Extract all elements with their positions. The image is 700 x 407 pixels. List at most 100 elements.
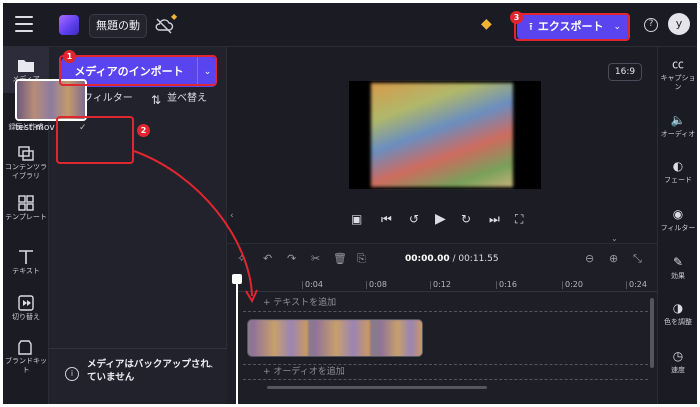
step-badge-3: 3	[510, 11, 523, 24]
horizontal-scrollbar[interactable]	[267, 386, 487, 389]
video-preview: 16:9 ▣ ⏮ ↺ ▶ ↻ ⏭ ⛶	[227, 47, 657, 243]
ruler-tick: 0:04	[302, 280, 323, 289]
add-audio-track[interactable]: + オーディオを追加	[243, 364, 648, 380]
captions-toggle-icon[interactable]: ▣	[351, 212, 362, 226]
app-logo	[59, 15, 79, 35]
sidebar-item-text[interactable]: テキスト	[3, 249, 49, 276]
redo-icon[interactable]: ↷	[287, 253, 296, 265]
sidebar-item-label: フェード	[664, 176, 692, 184]
sidebar-item-label: 切り替え	[12, 313, 40, 321]
backup-notice: i メディアはバックアップされていません ⌃	[49, 348, 227, 404]
sidebar-item-filters[interactable]: ◉ フィルター	[658, 207, 697, 233]
copy-icon[interactable]: ⎘	[357, 253, 366, 265]
time-display: 00:00.00 / 00:11.55	[405, 254, 499, 264]
timeline-ruler[interactable]: 0:04 0:08 0:12 0:16 0:20 0:24	[237, 276, 657, 292]
ruler-tick: 0:08	[366, 280, 387, 289]
template-icon	[18, 195, 34, 211]
collapse-timeline-icon[interactable]: ⌄	[611, 234, 618, 243]
ruler-tick: 0:24	[626, 280, 647, 289]
add-text-track[interactable]: + テキストを追加	[243, 296, 648, 312]
speaker-icon: 🔈	[670, 113, 686, 127]
text-icon	[19, 250, 33, 264]
right-sidebar: ㏄ キャプション 🔈 オーディオ ◐ フェード ◉ フィルター ✎ 効果 ◑ 色…	[657, 47, 697, 404]
ruler-tick: 0:16	[496, 280, 517, 289]
upgrade-gem-icon[interactable]: ◆	[481, 16, 492, 32]
step-badge-1: 1	[63, 50, 76, 63]
playhead[interactable]	[236, 274, 238, 404]
current-time: 00:00.00	[405, 254, 450, 264]
sidebar-item-effects[interactable]: ✎ 効果	[658, 255, 697, 281]
contrast-icon: ◑	[672, 301, 684, 315]
timeline: ✧ ↶ ↷ ✂ 🗑 ⎘ ⊖ ⊕ ⤡ 00:00.00 / 00:11.55 0:…	[227, 243, 657, 404]
step-badge-2: 2	[137, 124, 150, 137]
project-name-field[interactable]: 無題の動	[89, 14, 147, 38]
skip-end-icon[interactable]: ⏭	[489, 212, 500, 226]
chevron-up-icon[interactable]: ⌃	[207, 365, 215, 375]
backup-notice-text: メディアはバックアップされていません	[87, 359, 210, 383]
sidebar-item-fade[interactable]: ◐ フェード	[658, 159, 697, 185]
sidebar-item-transitions[interactable]: 切り替え	[3, 295, 49, 322]
trash-icon[interactable]: 🗑	[333, 253, 347, 265]
fullscreen-icon[interactable]: ⛶	[515, 212, 523, 226]
sidebar-item-label: キャプション	[660, 74, 696, 91]
avatar[interactable]: y	[668, 13, 690, 35]
undo-icon[interactable]: ↶	[263, 253, 272, 265]
sidebar-item-captions[interactable]: ㏄ キャプション	[658, 57, 697, 92]
filter-icon: ◉	[672, 207, 684, 221]
premium-gem-icon: ◆	[171, 12, 178, 21]
speed-icon: ◷	[672, 349, 684, 363]
sidebar-item-brand-kit[interactable]: ブランドキット	[3, 339, 49, 375]
brand-icon	[18, 340, 32, 355]
sidebar-item-label: 効果	[671, 272, 685, 280]
captions-icon: ㏄	[671, 57, 684, 71]
wand-icon: ✎	[672, 255, 684, 269]
video-clip[interactable]	[247, 319, 423, 357]
sidebar-item-label: コンテンツライブラリ	[5, 163, 47, 180]
forward-5-icon[interactable]: ↻	[461, 212, 471, 226]
collapse-panel-icon[interactable]: ‹	[230, 211, 234, 221]
fade-icon: ◐	[672, 159, 684, 173]
sidebar-item-library[interactable]: コンテンツライブラリ	[3, 145, 49, 181]
app-root: 無題の動 ◆ ◆ ⭱ エクスポート ⌄ ? y メディア 録画と作成 コンテンツラ…	[0, 0, 700, 407]
sidebar-item-audio[interactable]: 🔈 オーディオ	[658, 113, 697, 139]
sidebar-item-color[interactable]: ◑ 色を調整	[658, 301, 697, 327]
playhead-handle[interactable]	[232, 274, 242, 284]
magic-icon[interactable]: ✧	[237, 253, 246, 265]
skip-start-icon[interactable]: ⏮	[381, 212, 392, 226]
transition-icon	[18, 295, 34, 311]
zoom-in-icon[interactable]: ⊕	[609, 253, 618, 265]
help-icon[interactable]: ?	[644, 18, 658, 32]
info-icon: i	[65, 367, 79, 381]
highlight-thumbnail	[56, 116, 134, 164]
sort-button[interactable]: 並べ替え	[167, 93, 207, 104]
menu-icon[interactable]	[15, 16, 33, 32]
preview-canvas[interactable]	[349, 81, 541, 189]
highlight-export	[514, 13, 630, 41]
sidebar-item-label: ブランドキット	[5, 357, 47, 374]
sidebar-item-label: フィルター	[660, 224, 696, 232]
folder-icon	[18, 60, 34, 72]
sort-icon[interactable]: ⇅	[151, 94, 161, 106]
sidebar-item-label: 速度	[671, 366, 685, 374]
playback-controls: ▣ ⏮ ↺ ▶ ↻ ⏭ ⛶	[351, 212, 541, 228]
sidebar-item-label: テキスト	[12, 267, 40, 275]
scissors-icon[interactable]: ✂	[311, 253, 320, 265]
ruler-tick: 0:12	[430, 280, 451, 289]
play-icon[interactable]: ▶	[435, 212, 446, 226]
aspect-ratio-button[interactable]: 16:9	[608, 63, 642, 81]
sidebar-item-label: テンプレート	[5, 213, 47, 221]
sidebar-item-speed[interactable]: ◷ 速度	[658, 349, 697, 375]
rewind-5-icon[interactable]: ↺	[409, 212, 419, 226]
sidebar-item-label: オーディオ	[660, 130, 696, 138]
sidebar-item-templates[interactable]: テンプレート	[3, 195, 49, 222]
vertical-scrollbar[interactable]	[650, 298, 654, 368]
media-file-name: test.mov	[15, 123, 55, 133]
filter-button[interactable]: フィルター	[83, 93, 139, 104]
fit-icon[interactable]: ⤡	[633, 253, 642, 265]
highlight-import	[59, 55, 217, 86]
total-time: 00:11.55	[458, 254, 499, 264]
sidebar-item-label: 色を調整	[664, 318, 692, 326]
library-icon	[18, 146, 34, 161]
ruler-tick: 0:20	[562, 280, 583, 289]
zoom-out-icon[interactable]: ⊖	[585, 253, 594, 265]
